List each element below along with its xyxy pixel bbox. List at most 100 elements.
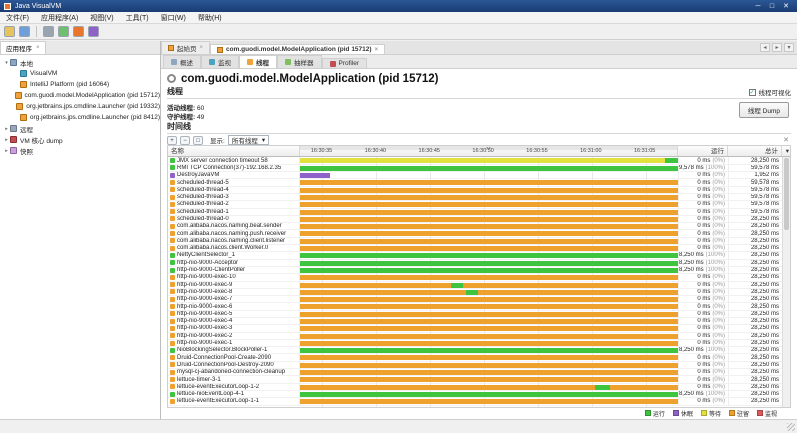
thread-row[interactable]: lettuce-nioEventLoop-4-1 28,250 ms (100%) 2…: [168, 390, 790, 399]
menu-item-2[interactable]: 视图(V): [84, 12, 119, 23]
tab-applications[interactable]: 应用程序 ×: [0, 41, 46, 54]
tab-scroll-control-0[interactable]: ◂: [760, 43, 770, 52]
thread-row[interactable]: RMI TCP Connection(37)-192.168.2.35 59,57…: [168, 164, 790, 173]
thread-row[interactable]: DestroyJavaVM 0 ms (0%) 1,952 ms: [168, 172, 790, 180]
subtab-抽样器[interactable]: 抽样器: [277, 55, 322, 68]
document-tab-1[interactable]: com.guodi.model.ModelApplication (pid 15…: [210, 44, 386, 54]
save-all-icon[interactable]: [19, 26, 30, 37]
thread-row[interactable]: scheduled-thread-3 0 ms (0%) 59,578 ms: [168, 193, 790, 202]
thread-row[interactable]: NettyClientSelector_1 28,250 ms (100%) 28,2…: [168, 252, 790, 260]
thread-dump-icon[interactable]: [88, 26, 99, 37]
total-cell: 28,250 ms: [728, 230, 782, 237]
tree-item-1[interactable]: VisualVM: [0, 68, 160, 79]
thread-row[interactable]: lettuce-eventExecutorLoop-1-2 0 ms (0%) 28,…: [168, 383, 790, 391]
thread-row[interactable]: http-nio-9000-Acceptor 28,250 ms (100%) 28,…: [168, 259, 790, 267]
scrollbar-thumb[interactable]: [784, 158, 789, 231]
resize-grip-icon[interactable]: [787, 423, 795, 431]
tree-item-3[interactable]: com.guodi.model.ModelApplication (pid 15…: [0, 90, 160, 101]
column-selector-icon[interactable]: ▾: [782, 146, 790, 156]
tab-close-icon[interactable]: ×: [375, 47, 379, 53]
thread-row[interactable]: mysql-cj-abandoned-connection-cleanup 0 m…: [168, 369, 790, 377]
thread-row[interactable]: scheduled-thread-1 0 ms (0%) 59,578 ms: [168, 208, 790, 216]
gc-icon[interactable]: [58, 26, 69, 37]
thread-row[interactable]: scheduled-thread-5 0 ms (0%) 59,578 ms: [168, 179, 790, 187]
running-percent: (0%): [712, 310, 725, 317]
thread-row[interactable]: http-nio-9000-exec-4 0 ms (0%) 28,250 ms: [168, 318, 790, 326]
tree-item-8[interactable]: ▸ 快照: [0, 145, 160, 156]
document-tab-0[interactable]: 起始页 ×: [161, 41, 211, 54]
total-column-header[interactable]: 总计: [728, 146, 782, 157]
menu-item-5[interactable]: 帮助(H): [192, 12, 228, 23]
thread-row[interactable]: http-nio-9000-exec-10 0 ms (0%) 28,250 ms: [168, 274, 790, 282]
zoom-in-icon[interactable]: +: [167, 135, 177, 145]
menu-item-4[interactable]: 窗口(W): [155, 12, 192, 23]
menu-item-1[interactable]: 应用程序(A): [35, 12, 84, 23]
timeline-close-icon[interactable]: ✕: [783, 136, 791, 144]
tick-label: 16:30:50: [472, 148, 494, 155]
page-title: com.guodi.model.ModelApplication (pid 15…: [181, 72, 439, 85]
collapse-icon[interactable]: ▾: [3, 60, 10, 66]
heap-dump-icon[interactable]: [73, 26, 84, 37]
close-button[interactable]: ✕: [779, 2, 793, 10]
zoom-out-icon[interactable]: −: [180, 135, 190, 145]
open-snapshot-icon[interactable]: [4, 26, 15, 37]
minimize-button[interactable]: ─: [751, 3, 765, 10]
thread-row[interactable]: com.alibaba.nacos.client.Worker.0 0 ms (0%…: [168, 245, 790, 253]
tree-item-0[interactable]: ▾ 本地: [0, 57, 160, 68]
maximize-button[interactable]: □: [765, 3, 779, 10]
thread-row[interactable]: http-nio-9000-exec-2 0 ms (0%) 28,250 ms: [168, 332, 790, 340]
thread-row[interactable]: lettuce-eventExecutorLoop-1-1 0 ms (0%) 28,…: [168, 398, 790, 406]
subtab-线程[interactable]: 线程: [239, 55, 277, 68]
subtab-概述[interactable]: 概述: [163, 55, 201, 68]
expand-icon[interactable]: ▸: [3, 137, 10, 143]
thread-row[interactable]: Druid-ConnectionPool-Destroy-2090 0 ms (0%…: [168, 361, 790, 370]
thread-state-icon: [170, 158, 175, 164]
running-column-header[interactable]: 运行: [678, 146, 728, 157]
thread-row[interactable]: scheduled-thread-2 0 ms (0%) 59,578 ms: [168, 201, 790, 209]
running-value: 0 ms: [697, 186, 711, 193]
tree-item-6[interactable]: ▸ 远程: [0, 123, 160, 134]
snapshot-camera-icon[interactable]: [43, 26, 54, 37]
thread-row[interactable]: com.alibaba.nacos.naming.client.listener…: [168, 237, 790, 246]
tree-item-7[interactable]: ▸ VM 核心 dump: [0, 134, 160, 145]
tab-scroll-control-2[interactable]: ▾: [784, 43, 794, 52]
threads-visualization-checkbox[interactable]: ✓: [748, 88, 756, 96]
menu-item-0[interactable]: 文件(F): [0, 12, 35, 23]
view-filter-dropdown[interactable]: 所有线程 ▾: [227, 135, 270, 146]
menu-item-3[interactable]: 工具(T): [120, 12, 155, 23]
thread-row[interactable]: http-nio-9000-exec-7 0 ms (0%) 28,250 ms: [168, 296, 790, 304]
thread-row[interactable]: http-nio-9000-exec-8 0 ms (0%) 28,250 ms: [168, 288, 790, 297]
thread-row[interactable]: http-nio-9000-exec-6 0 ms (0%) 28,250 ms: [168, 303, 790, 311]
tab-label: com.guodi.model.ModelApplication (pid 15…: [226, 46, 372, 53]
thread-row[interactable]: http-nio-9000-exec-9 0 ms (0%) 28,250 ms: [168, 281, 790, 289]
thread-row[interactable]: http-nio-9000-ClientPoller 28,250 ms (100%…: [168, 266, 790, 275]
subtab-监视[interactable]: 监视: [201, 55, 239, 68]
thread-dump-button[interactable]: 线程 Dump: [738, 102, 789, 119]
subtab-Profiler[interactable]: Profiler: [321, 58, 368, 68]
thread-row[interactable]: lettuce-timer-3-1 0 ms (0%) 28,250 ms: [168, 376, 790, 384]
thread-row[interactable]: http-nio-9000-exec-3 0 ms (0%) 28,250 ms: [168, 325, 790, 333]
expand-icon[interactable]: ▸: [3, 126, 10, 132]
thread-row[interactable]: scheduled-thread-4 0 ms (0%) 59,578 ms: [168, 186, 790, 194]
total-value: 59,578 ms: [750, 186, 779, 193]
tab-close-icon[interactable]: ×: [200, 45, 204, 51]
vertical-scrollbar[interactable]: [782, 157, 790, 407]
thread-row[interactable]: http-nio-9000-exec-1 0 ms (0%) 28,250 ms: [168, 339, 790, 348]
name-column-header[interactable]: 名称: [168, 146, 300, 157]
expand-icon[interactable]: ▸: [3, 148, 10, 154]
thread-row[interactable]: scheduled-thread-0 0 ms (0%) 28,250 ms: [168, 215, 790, 224]
thread-row[interactable]: http-nio-9000-exec-5 0 ms (0%) 28,250 ms: [168, 310, 790, 318]
tree-item-5[interactable]: org.jetbrains.jps.cmdline.Launcher (pid …: [0, 112, 160, 123]
fit-width-icon[interactable]: □: [193, 135, 203, 145]
close-icon[interactable]: ×: [36, 45, 40, 51]
thread-row[interactable]: NioBlockingSelector.BlockPoller-1 28,250 …: [168, 347, 790, 355]
tree-item-4[interactable]: org.jetbrains.jps.cmdline.Launcher (pid …: [0, 101, 160, 112]
thread-row[interactable]: com.alibaba.nacos.naming.push.receiver 0 …: [168, 230, 790, 238]
thread-row[interactable]: Druid-ConnectionPool-Create-2090 0 ms (0%)…: [168, 354, 790, 362]
applications-sidebar: 应用程序 × ▾ 本地 VisualVM IntelliJ Platform (pid…: [0, 41, 161, 419]
tree-item-2[interactable]: IntelliJ Platform (pid 16064): [0, 79, 160, 90]
thread-row[interactable]: com.alibaba.nacos.naming.beat.sender 0 ms…: [168, 223, 790, 231]
tab-scroll-control-1[interactable]: ▸: [772, 43, 782, 52]
thread-row[interactable]: JMX server connection timeout 58 0 ms (0%)…: [168, 157, 790, 165]
timeline-column-header[interactable]: ◂ ▸ 16:30:35 16:30:40 16:30:45 16:30:50 16:3…: [300, 146, 678, 157]
